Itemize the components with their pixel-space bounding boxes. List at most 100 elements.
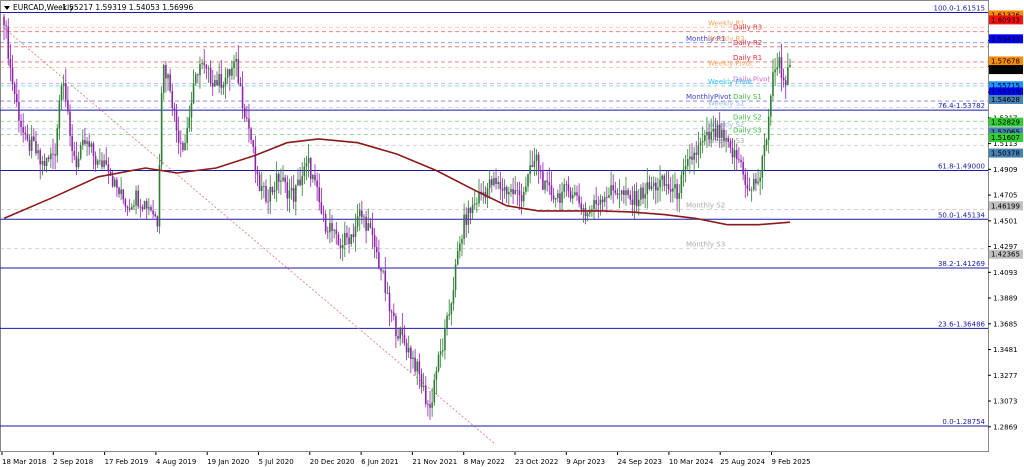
candle-body: [256, 170, 259, 175]
candle-body: [356, 216, 359, 227]
candle-body: [7, 26, 10, 59]
price-badge-label: 1.60933: [991, 16, 1020, 24]
candle-body: [612, 185, 615, 191]
candle-body: [199, 64, 201, 76]
candle-body: [586, 213, 589, 217]
candle-body: [239, 83, 242, 87]
price-tick-label: 1.3277: [993, 372, 1018, 380]
candle-body: [780, 57, 783, 78]
candle-body: [214, 80, 216, 87]
time-tick-label: 20 Dec 2020: [310, 458, 355, 466]
candle-body: [301, 176, 304, 186]
candle-body: [708, 131, 710, 140]
candle-body: [329, 223, 331, 233]
candle-body: [271, 186, 274, 193]
candle-body: [160, 93, 163, 165]
candle-body: [431, 402, 433, 408]
candle-body: [318, 187, 321, 203]
fib-level-label: 61.8-1.49000: [938, 162, 985, 170]
price-tick-label: 1.3685: [993, 320, 1018, 328]
candle-body: [767, 116, 770, 140]
fib-level-label: 0.0-1.28754: [942, 418, 985, 426]
candle-body: [759, 177, 761, 182]
candle-body: [578, 195, 580, 204]
candle-body: [228, 69, 231, 76]
fib-level-label: 76.4-1.53782: [938, 102, 985, 110]
candle-body: [26, 134, 29, 140]
candle-body: [646, 182, 649, 195]
candle-body: [9, 58, 12, 68]
candle-body: [113, 179, 116, 187]
candle-body: [603, 197, 606, 203]
pivot-label: Monthly S3: [686, 241, 725, 249]
candle-body: [192, 83, 195, 104]
candle-body: [126, 206, 129, 209]
candle-body: [339, 245, 342, 249]
candle-body: [525, 186, 527, 192]
candle-body: [582, 208, 585, 210]
candle-body: [714, 128, 717, 138]
candle-body: [184, 142, 186, 151]
candle-body: [243, 107, 246, 118]
candle-body: [601, 199, 604, 203]
candle-body: [316, 180, 318, 188]
candle-body: [618, 194, 621, 195]
candle-body: [518, 190, 521, 196]
candle-body: [544, 180, 546, 190]
candle-body: [699, 142, 702, 146]
candle-body: [148, 207, 150, 209]
candle-body: [733, 150, 736, 158]
candle-body: [252, 140, 255, 147]
candle-body: [131, 206, 133, 210]
candle-body: [735, 150, 738, 160]
candle-body: [414, 357, 416, 372]
candle-body: [418, 361, 421, 375]
candle-body: [535, 154, 538, 161]
candle-body: [461, 238, 463, 244]
candle-body: [194, 74, 197, 84]
time-tick-label: 2 Sep 2018: [53, 458, 93, 466]
candle-body: [750, 189, 753, 191]
candle-body: [303, 166, 306, 177]
candle-body: [135, 190, 137, 206]
candle-body: [456, 250, 459, 265]
pivot-label: Daily R2: [733, 39, 762, 47]
candle-body: [69, 111, 71, 136]
candle-body: [635, 191, 638, 207]
candle-body: [226, 69, 229, 78]
candle-body: [141, 207, 144, 210]
candle-body: [520, 195, 523, 202]
time-tick-label: 24 Sep 2023: [618, 458, 662, 466]
candle-body: [58, 101, 61, 129]
time-tick-label: 18 Mar 2018: [2, 458, 46, 466]
candle-body: [595, 200, 597, 205]
candle-body: [205, 65, 208, 69]
candle-body: [567, 184, 570, 192]
price-tick-label: 1.3889: [993, 295, 1018, 303]
candle-body: [533, 160, 536, 167]
candle-body: [787, 67, 789, 85]
candle-body: [292, 188, 295, 202]
candle-body: [390, 311, 393, 313]
candle-body: [473, 203, 476, 205]
candle-body: [746, 184, 749, 189]
candle-body: [3, 16, 5, 26]
candle-body: [616, 192, 619, 195]
candle-body: [280, 180, 282, 182]
candle-body: [689, 156, 691, 160]
candle-body: [88, 141, 91, 147]
candle-body: [269, 186, 272, 202]
candle-body: [312, 175, 314, 179]
price-tick-label: 1.3073: [993, 398, 1018, 406]
candle-body: [625, 190, 627, 196]
candle-body: [28, 139, 31, 151]
candle-body: [420, 374, 423, 388]
chart-root: 100.0-1.61515 76.4-1.53782 61.8-1.49000 50.…: [0, 0, 1024, 467]
candle-body: [561, 191, 563, 203]
candle-body: [43, 161, 46, 166]
candle-body: [99, 160, 101, 162]
candle-body: [384, 270, 387, 293]
candle-body: [79, 145, 82, 159]
time-tick-label: 19 Jan 2020: [207, 458, 249, 466]
candle-body: [188, 117, 191, 129]
